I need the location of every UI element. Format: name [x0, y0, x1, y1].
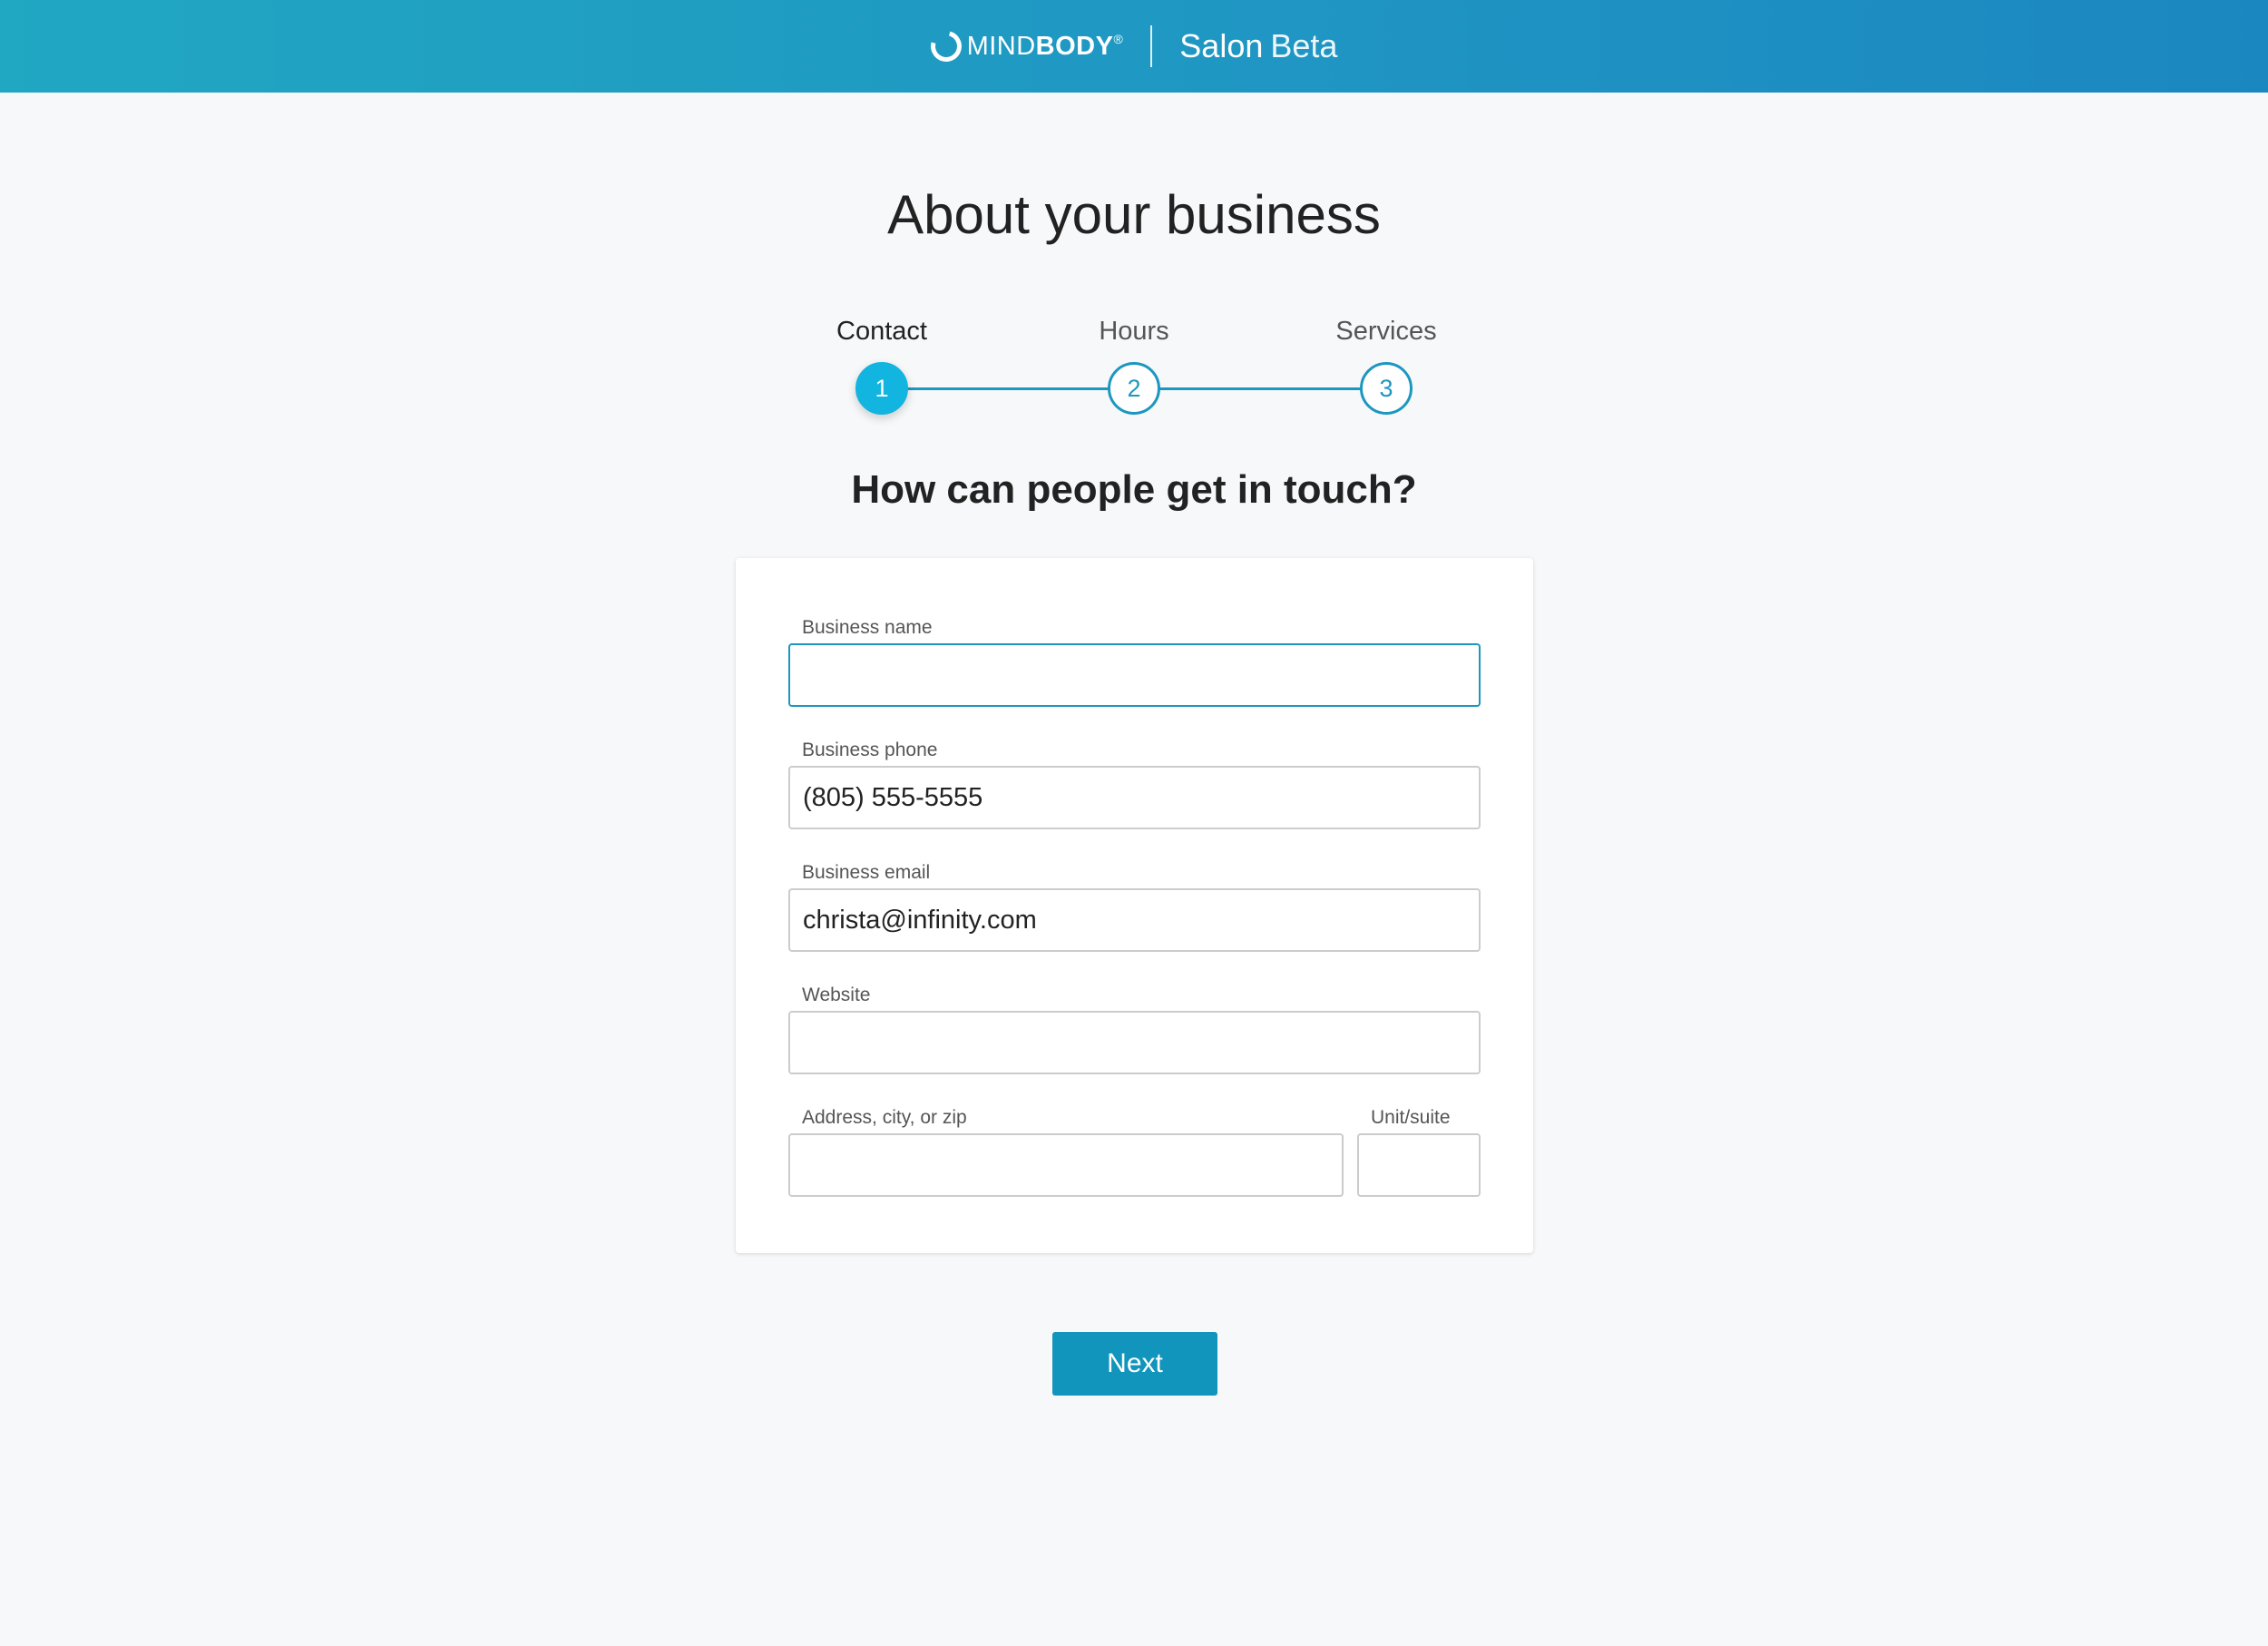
step-number: 2	[1108, 362, 1160, 415]
business-phone-field: Business phone	[788, 735, 1481, 829]
contact-form-card: Business name Business phone Business em…	[736, 558, 1533, 1253]
step-label: Contact	[836, 317, 927, 346]
page-title: About your business	[887, 184, 1381, 245]
step-label: Services	[1335, 317, 1437, 346]
app-header: MINDBODY® Salon Beta	[0, 0, 2268, 93]
brand-divider	[1150, 25, 1153, 67]
progress-stepper: Contact 1 Hours 2 Services 3	[0, 313, 2268, 422]
mindbody-logo-text: MINDBODY®	[966, 31, 1124, 61]
step-hours[interactable]: Hours 2	[1025, 313, 1243, 415]
address-field: Address, city, or zip	[788, 1102, 1344, 1197]
business-name-field: Business name	[788, 612, 1481, 707]
unit-field: Unit/suite	[1357, 1102, 1481, 1197]
address-row: Address, city, or zip Unit/suite	[788, 1102, 1481, 1197]
section-subtitle: How can people get in touch?	[851, 467, 1417, 512]
business-name-input[interactable]	[788, 643, 1481, 707]
brand: MINDBODY® Salon Beta	[924, 24, 1338, 68]
step-number: 1	[855, 362, 908, 415]
address-label: Address, city, or zip	[802, 1107, 967, 1128]
beta-label: Beta	[1270, 27, 1338, 64]
mindbody-logo-icon	[924, 24, 967, 68]
unit-label: Unit/suite	[1371, 1107, 1451, 1128]
business-name-label: Business name	[802, 617, 933, 638]
step-number: 3	[1360, 362, 1413, 415]
step-label: Hours	[1099, 317, 1169, 346]
product-name: Salon Beta	[1179, 27, 1338, 64]
next-button[interactable]: Next	[1052, 1332, 1217, 1396]
step-services[interactable]: Services 3	[1277, 313, 1495, 415]
business-phone-label: Business phone	[802, 740, 938, 760]
business-phone-input[interactable]	[788, 766, 1481, 829]
website-field: Website	[788, 980, 1481, 1074]
step-contact[interactable]: Contact 1	[773, 313, 991, 415]
unit-input[interactable]	[1357, 1133, 1481, 1197]
business-email-field: Business email	[788, 857, 1481, 952]
address-input[interactable]	[788, 1133, 1344, 1197]
website-input[interactable]	[788, 1011, 1481, 1074]
website-label: Website	[802, 985, 871, 1005]
business-email-input[interactable]	[788, 888, 1481, 952]
business-email-label: Business email	[802, 862, 931, 883]
